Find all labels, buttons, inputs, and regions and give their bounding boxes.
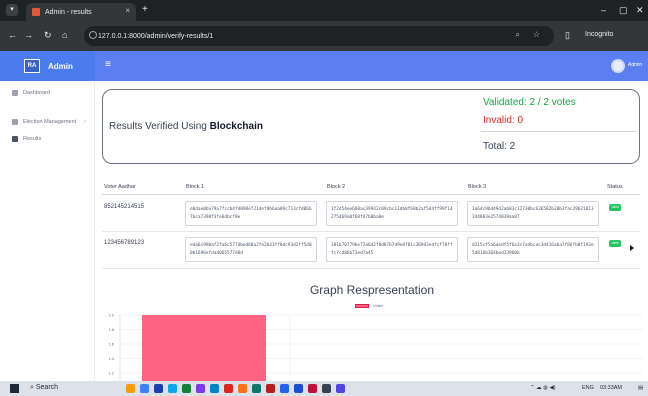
graph-title: Graph Respresentation bbox=[309, 283, 435, 297]
taskbar: ⌕ Search ⌃ ☁ ◍ ◀) ENG 03:33AM ▤ bbox=[0, 381, 648, 396]
sidebar-item-label: Results bbox=[23, 136, 42, 142]
back-icon[interactable]: ← bbox=[8, 30, 17, 40]
block-1-hash-field[interactable]: eda6c990af2fa6c5774bed60a2fe2643ff0dc93d… bbox=[185, 237, 317, 262]
taskbar-app-icon[interactable] bbox=[294, 384, 303, 393]
y-tick-label: 1.2 bbox=[108, 371, 114, 376]
sidebar-item-label: Dashboard bbox=[23, 90, 50, 96]
sidebar-item-election-management[interactable]: Election Management › bbox=[12, 119, 86, 125]
taskbar-app-icon[interactable] bbox=[126, 384, 135, 393]
validated-count: Validated: 2 / 2 votes bbox=[483, 97, 576, 108]
browser-tabbar: ▾ Admin - results × + – ▢ ✕ bbox=[0, 0, 648, 21]
card-title-bold: Blockchain bbox=[209, 121, 263, 132]
taskbar-app-icon[interactable] bbox=[196, 384, 205, 393]
aadhar-cell: 852145214515 bbox=[104, 204, 145, 210]
taskbar-app-icon[interactable] bbox=[182, 384, 191, 393]
card-title: Results Verified Using Blockchain bbox=[109, 121, 263, 132]
address-bar-row: ← → ↻ ⌂ 127.0.0.1:8000/admin/verify-resu… bbox=[0, 21, 648, 51]
menu-toggle-icon[interactable]: ≡ bbox=[105, 59, 111, 70]
divider bbox=[102, 268, 640, 269]
taskbar-app-icon[interactable] bbox=[336, 384, 345, 393]
block-3-hash-field[interactable]: 1a6dc9bd49d2a603c12730bc636582b20b3fac29… bbox=[467, 201, 599, 226]
notification-icon[interactable]: ▤ bbox=[638, 385, 643, 391]
incognito-indicator[interactable]: Incognito bbox=[585, 31, 613, 38]
taskbar-app-icon[interactable] bbox=[154, 384, 163, 393]
header-voter-aadhar: Voter Aadhar bbox=[104, 184, 136, 190]
taskbar-search-label: Search bbox=[35, 384, 59, 391]
taskbar-app-icon[interactable] bbox=[252, 384, 261, 393]
divider bbox=[481, 131, 636, 132]
top-navbar: ≡ Admin bbox=[95, 51, 648, 81]
maximize-icon[interactable]: ▢ bbox=[619, 5, 628, 16]
brand[interactable]: RA Admin bbox=[0, 51, 95, 81]
url-bar[interactable]: 127.0.0.1:8000/admin/verify-results/1 ⌕ … bbox=[84, 26, 554, 46]
sidebar: Dashboard Election Management › Results bbox=[0, 81, 95, 381]
taskbar-app-icon[interactable] bbox=[280, 384, 289, 393]
dashboard-icon bbox=[12, 90, 18, 96]
taskbar-app-icon[interactable] bbox=[308, 384, 317, 393]
divider bbox=[102, 194, 640, 195]
results-icon bbox=[12, 136, 18, 142]
sidebar-item-results[interactable]: Results bbox=[12, 136, 41, 142]
zoom-icon[interactable]: ⌕ bbox=[516, 30, 520, 40]
windows-start-icon[interactable] bbox=[10, 384, 19, 393]
home-icon[interactable]: ⌂ bbox=[62, 30, 67, 40]
tray-icons[interactable]: ⌃ ☁ ◍ ◀) bbox=[530, 385, 556, 391]
card-title-prefix: Results Verified Using bbox=[109, 121, 210, 132]
logo: RA bbox=[24, 59, 40, 73]
tab-title: Admin - results bbox=[45, 8, 92, 16]
language-indicator[interactable]: ENG bbox=[582, 385, 594, 391]
taskbar-app-icon[interactable] bbox=[210, 384, 219, 393]
tab-search-button[interactable]: ▾ bbox=[6, 4, 18, 16]
taskbar-app-icon[interactable] bbox=[224, 384, 233, 393]
total-count: Total: 2 bbox=[483, 141, 516, 152]
status-badge: Valid bbox=[609, 204, 621, 211]
user-name[interactable]: Admin bbox=[628, 62, 642, 68]
mouse-cursor-icon bbox=[630, 245, 634, 251]
url-text: 127.0.0.1:8000/admin/verify-results/1 bbox=[98, 32, 214, 40]
header-block-2: Block 2 bbox=[327, 184, 346, 190]
status-badge: Valid bbox=[609, 240, 621, 247]
y-tick-label: 1.8 bbox=[108, 327, 114, 332]
new-tab-button[interactable]: + bbox=[142, 4, 148, 15]
invalid-count: Invalid: 0 bbox=[483, 115, 524, 126]
calendar-icon bbox=[12, 119, 18, 125]
y-tick-label: 1.4 bbox=[108, 356, 114, 361]
taskbar-app-icon[interactable] bbox=[168, 384, 177, 393]
forward-icon[interactable]: → bbox=[24, 30, 33, 40]
votes-bar-chart: 2.0 1.8 1.6 1.4 1.2 bbox=[108, 313, 643, 381]
block-1-hash-field[interactable]: ebdae0ba79a7fccb4f4098ef21def9b6aa89c713… bbox=[185, 201, 317, 226]
browser-tab[interactable]: Admin - results × bbox=[26, 3, 136, 21]
minimize-icon[interactable]: – bbox=[601, 5, 606, 15]
taskbar-app-icon[interactable] bbox=[140, 384, 149, 393]
bookmark-star-icon[interactable]: ☆ bbox=[533, 30, 540, 39]
y-tick-label: 2.0 bbox=[108, 313, 114, 318]
aadhar-cell: 123456789123 bbox=[104, 240, 145, 246]
header-status: Status bbox=[607, 184, 623, 190]
close-window-icon[interactable]: ✕ bbox=[636, 5, 644, 16]
tab-close-icon[interactable]: × bbox=[125, 6, 130, 15]
favicon-icon bbox=[32, 8, 40, 16]
reload-icon[interactable]: ↻ bbox=[44, 30, 52, 41]
taskbar-app-icon[interactable] bbox=[266, 384, 275, 393]
site-info-icon[interactable] bbox=[89, 31, 97, 39]
block-3-hash-field[interactable]: d215cf5a6aedf5f6a3c7a4bcac3d416aba7f86fb… bbox=[467, 237, 599, 262]
divider bbox=[102, 231, 640, 232]
header-block-1: Block 1 bbox=[186, 184, 205, 190]
taskbar-app-icon[interactable] bbox=[322, 384, 331, 393]
bar[interactable] bbox=[142, 315, 266, 381]
sidebar-item-dashboard[interactable]: Dashboard bbox=[12, 90, 50, 96]
clock[interactable]: 03:33AM bbox=[600, 385, 622, 391]
taskbar-search[interactable]: ⌕ Search bbox=[30, 384, 58, 392]
sidepanel-icon[interactable]: ▯ bbox=[565, 30, 570, 41]
y-tick-label: 1.6 bbox=[108, 342, 114, 347]
verification-summary-card: Results Verified Using Blockchain Valida… bbox=[102, 89, 640, 164]
block-2-hash-field[interactable]: 1f2d54ee660ac39942c09cbc11db0f60b2af5d4f… bbox=[326, 201, 458, 226]
header-block-3: Block 3 bbox=[468, 184, 487, 190]
chevron-right-icon: › bbox=[84, 119, 87, 125]
avatar[interactable] bbox=[611, 59, 625, 73]
taskbar-app-icon[interactable] bbox=[238, 384, 247, 393]
block-2-hash-field[interactable]: 101b70779be72a642f0d87b7d9e0f01c369d3edf… bbox=[326, 237, 458, 262]
brand-name: Admin bbox=[48, 61, 73, 71]
sidebar-item-label: Election Management bbox=[23, 119, 77, 125]
